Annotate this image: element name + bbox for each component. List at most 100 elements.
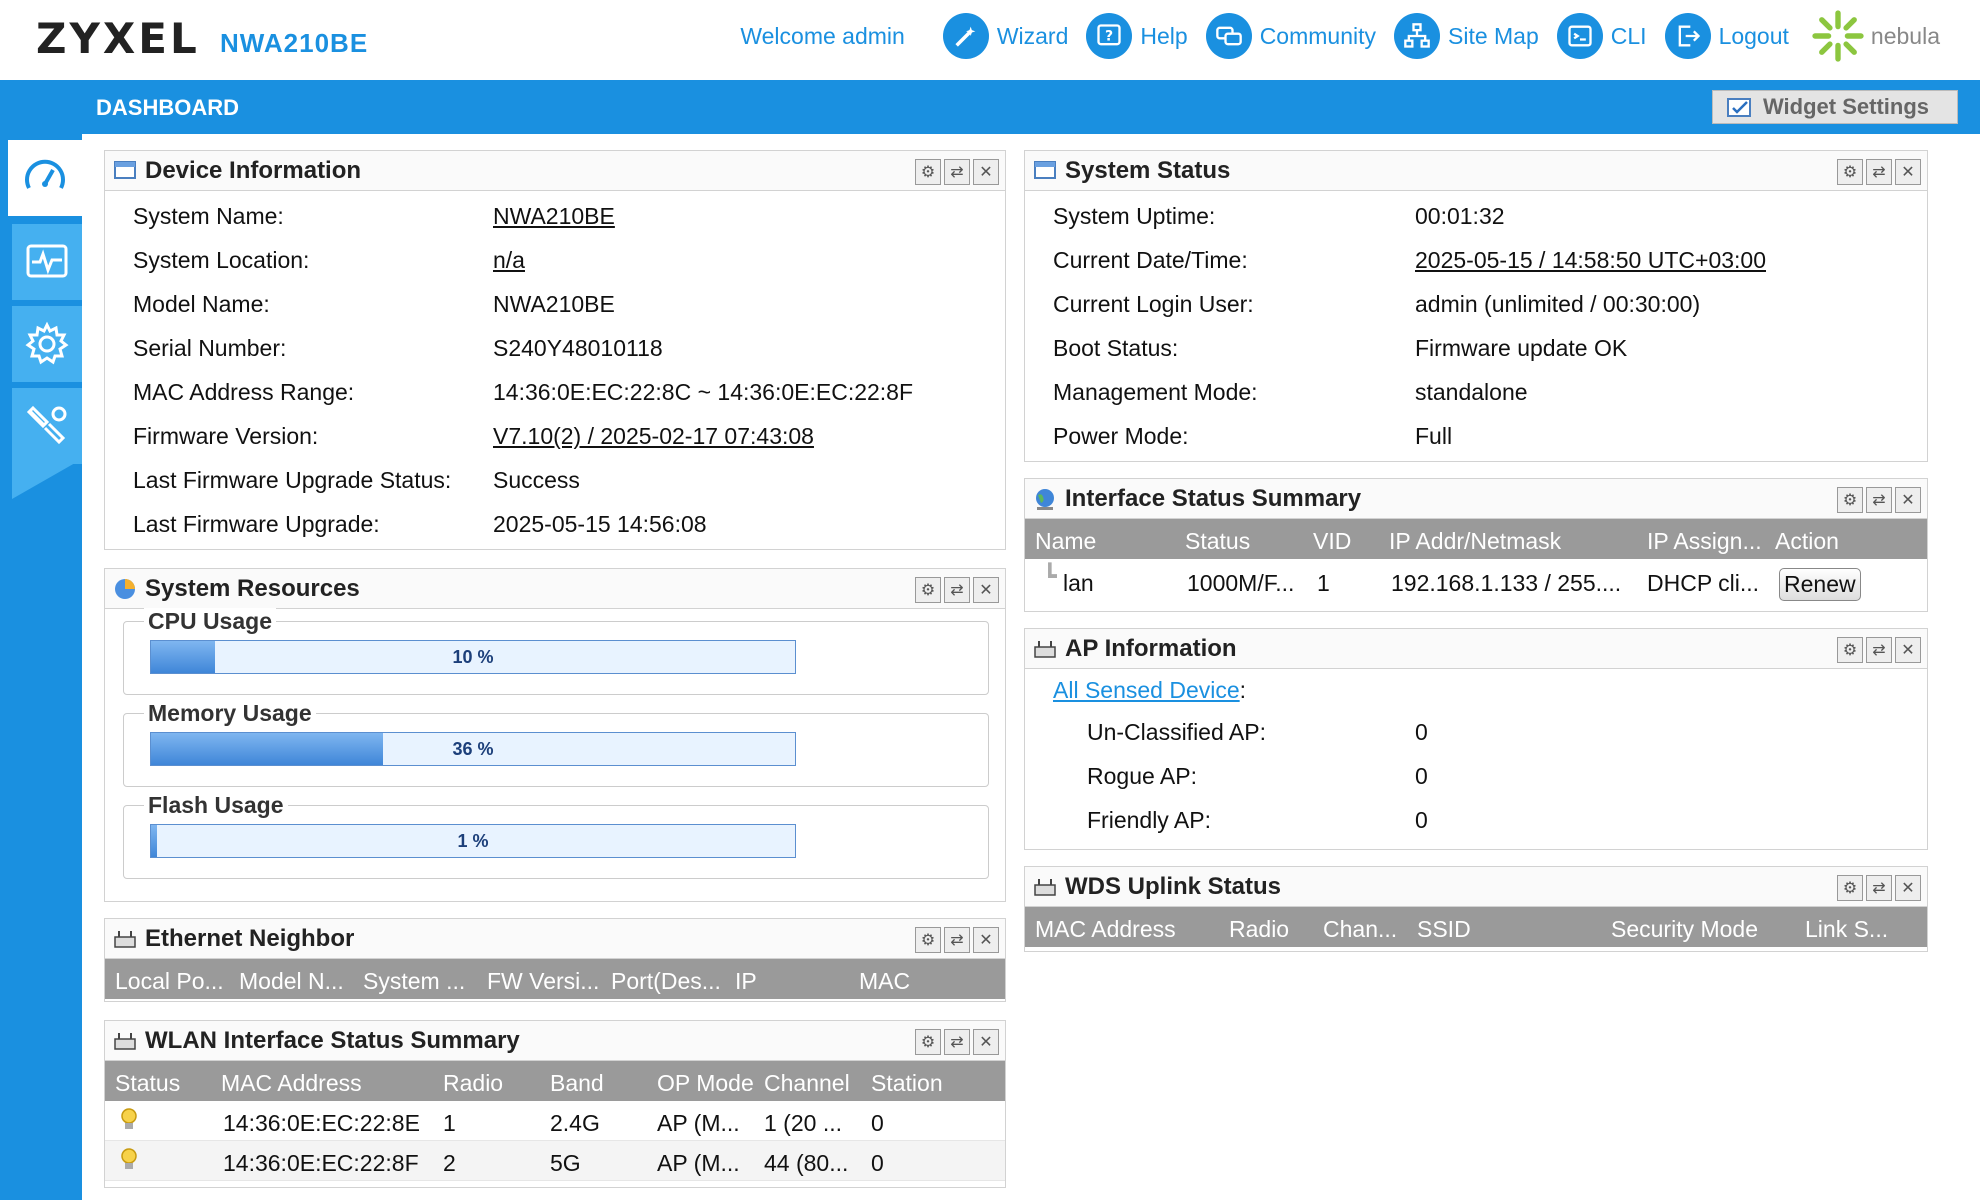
panel-refresh-button[interactable]: ⇄ — [944, 159, 970, 185]
cpu-usage-group: CPU Usage 10 % — [123, 608, 989, 695]
column-header[interactable]: Name — [1035, 528, 1096, 555]
panel-close-button[interactable]: ✕ — [973, 1029, 999, 1055]
column-header[interactable]: FW Versi... — [487, 968, 599, 995]
system-status-value[interactable]: 2025-05-15 / 14:58:50 UTC+03:00 — [1415, 247, 1766, 274]
logout-link[interactable]: Logout — [1664, 13, 1789, 59]
system-resources-panel: System Resources ⚙ ⇄ ✕ CPU Usage 10 % Me… — [104, 568, 1006, 902]
panel-refresh-button[interactable]: ⇄ — [944, 927, 970, 953]
system-status-row: Management Mode: standalone — [1025, 369, 1927, 413]
sidebar-item-monitor[interactable] — [12, 224, 82, 300]
device-info-value: S240Y48010118 — [493, 335, 663, 361]
column-header[interactable]: Port(Des... — [611, 968, 721, 995]
column-header[interactable]: Local Po... — [115, 968, 224, 995]
renew-button[interactable]: Renew — [1779, 568, 1861, 601]
system-status-row: System Uptime: 00:01:32 — [1025, 193, 1927, 237]
column-header[interactable]: Channel — [764, 1070, 850, 1097]
column-header[interactable]: Status — [1185, 528, 1250, 555]
panel-refresh-button[interactable]: ⇄ — [1866, 159, 1892, 185]
cli-link[interactable]: CLI — [1556, 13, 1647, 59]
wds-uplink-header: WDS Uplink Status ⚙ ⇄ ✕ — [1025, 867, 1927, 907]
table-row[interactable]: ┗ lan 1000M/F... 1 192.168.1.133 / 255..… — [1025, 559, 1927, 605]
device-info-row: Serial Number: S240Y48010118 — [105, 325, 1005, 369]
ap-information-header: AP Information ⚙ ⇄ ✕ — [1025, 629, 1927, 669]
community-link[interactable]: Community — [1205, 13, 1376, 59]
system-status-key: Current Date/Time: — [1053, 247, 1248, 273]
panel-settings-button[interactable]: ⚙ — [1837, 875, 1863, 901]
panel-settings-button[interactable]: ⚙ — [915, 1029, 941, 1055]
help-link[interactable]: ? Help — [1086, 13, 1188, 59]
flash-usage-label: Flash Usage — [144, 792, 288, 819]
wizard-link[interactable]: Wizard — [942, 13, 1068, 59]
column-header[interactable]: Link S... — [1805, 916, 1888, 943]
column-header[interactable]: Radio — [1229, 916, 1289, 943]
column-header[interactable]: Status — [115, 1070, 180, 1097]
device-info-key: MAC Address Range: — [133, 379, 355, 405]
table-row[interactable]: 14:36:0E:EC:22:8F 2 5G AP (M... 44 (80..… — [105, 1141, 1005, 1181]
interface-status: 1000M/F... — [1187, 570, 1295, 596]
widget-settings-button[interactable]: Widget Settings — [1711, 90, 1958, 124]
panel-settings-button[interactable]: ⚙ — [1837, 159, 1863, 185]
table-row[interactable]: 14:36:0E:EC:22:8E 1 2.4G AP (M... 1 (20 … — [105, 1101, 1005, 1141]
panel-close-button[interactable]: ✕ — [1895, 875, 1921, 901]
device-info-key: Serial Number: — [133, 335, 287, 361]
column-header[interactable]: Band — [550, 1070, 604, 1097]
panel-close-button[interactable]: ✕ — [1895, 487, 1921, 513]
ap-info-row: Un-Classified AP: 0 — [1025, 709, 1927, 753]
panel-settings-button[interactable]: ⚙ — [915, 577, 941, 603]
device-info-value[interactable]: n/a — [493, 247, 525, 274]
panel-refresh-button[interactable]: ⇄ — [1866, 637, 1892, 663]
column-header[interactable]: Action — [1775, 528, 1839, 555]
interface-ip: 192.168.1.133 / 255.... — [1391, 570, 1622, 596]
wlan-band: 5G — [550, 1150, 581, 1176]
sidebar-item-maintenance[interactable] — [12, 388, 82, 464]
nebula-link[interactable]: nebula — [1811, 9, 1940, 63]
column-header[interactable]: OP Mode — [657, 1070, 754, 1097]
column-header[interactable]: Chan... — [1323, 916, 1397, 943]
panel-settings-button[interactable]: ⚙ — [1837, 637, 1863, 663]
sidebar-item-configuration[interactable] — [12, 306, 82, 382]
welcome-text: Welcome admin — [740, 22, 905, 49]
panel-close-button[interactable]: ✕ — [973, 577, 999, 603]
column-header[interactable]: System ... — [363, 968, 465, 995]
ap-info-value: 0 — [1415, 719, 1428, 745]
panel-refresh-button[interactable]: ⇄ — [1866, 487, 1892, 513]
column-header[interactable]: IP Addr/Netmask — [1389, 528, 1561, 555]
ethernet-neighbor-header: Ethernet Neighbor ⚙ ⇄ ✕ — [105, 919, 1005, 959]
interface-summary-title: Interface Status Summary — [1065, 484, 1362, 512]
wlan-station: 0 — [871, 1150, 884, 1176]
device-info-value: 14:36:0E:EC:22:8C ~ 14:36:0E:EC:22:8F — [493, 379, 914, 405]
column-header[interactable]: MAC — [859, 968, 910, 995]
wds-uplink-panel: WDS Uplink Status ⚙ ⇄ ✕ MAC Address Radi… — [1024, 866, 1928, 952]
interface-vid: 1 — [1317, 570, 1330, 596]
column-header[interactable]: SSID — [1417, 916, 1471, 943]
sitemap-link[interactable]: Site Map — [1394, 13, 1539, 59]
sidebar-item-dashboard[interactable] — [8, 140, 82, 216]
wlan-op-mode: AP (M... — [657, 1110, 740, 1136]
panel-refresh-button[interactable]: ⇄ — [944, 577, 970, 603]
panel-settings-button[interactable]: ⚙ — [915, 159, 941, 185]
panel-settings-button[interactable]: ⚙ — [1837, 487, 1863, 513]
device-info-value[interactable]: V7.10(2) / 2025-02-17 07:43:08 — [493, 423, 814, 450]
panel-close-button[interactable]: ✕ — [1895, 159, 1921, 185]
logout-label: Logout — [1718, 22, 1789, 49]
system-resources-title: System Resources — [145, 574, 360, 602]
column-header[interactable]: VID — [1313, 528, 1351, 555]
column-header[interactable]: MAC Address — [221, 1070, 362, 1097]
panel-close-button[interactable]: ✕ — [973, 159, 999, 185]
column-header[interactable]: IP — [735, 968, 757, 995]
column-header[interactable]: Station — [871, 1070, 943, 1097]
panel-close-button[interactable]: ✕ — [973, 927, 999, 953]
panel-refresh-button[interactable]: ⇄ — [1866, 875, 1892, 901]
wlan-mac: 14:36:0E:EC:22:8F — [223, 1150, 419, 1176]
panel-close-button[interactable]: ✕ — [1895, 637, 1921, 663]
column-header[interactable]: Radio — [443, 1070, 503, 1097]
column-header[interactable]: Security Mode — [1611, 916, 1758, 943]
device-info-value[interactable]: NWA210BE — [493, 203, 615, 230]
all-sensed-device-link[interactable]: All Sensed Device — [1053, 677, 1240, 703]
panel-settings-button[interactable]: ⚙ — [915, 927, 941, 953]
system-status-row: Power Mode: Full — [1025, 413, 1927, 457]
panel-refresh-button[interactable]: ⇄ — [944, 1029, 970, 1055]
column-header[interactable]: IP Assign... — [1647, 528, 1762, 555]
column-header[interactable]: Model N... — [239, 968, 344, 995]
column-header[interactable]: MAC Address — [1035, 916, 1176, 943]
